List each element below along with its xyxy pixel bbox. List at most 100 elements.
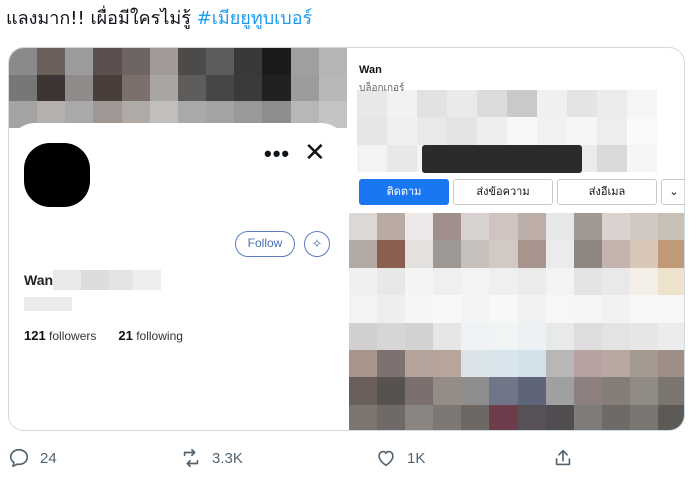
blurred-handle <box>24 297 72 311</box>
pixel-tile <box>377 404 406 430</box>
tweet-text: แลงมาก!! เผื่อมีใครไม่รู้ #เมียยูทูบเบอร… <box>6 6 312 32</box>
following-stat[interactable]: 21 following <box>118 328 183 343</box>
pixel-tile <box>405 267 434 296</box>
pixel-tile <box>629 377 658 405</box>
right-screenshot[interactable]: Wan บล็อกเกอร์ ติดตาม ส่งข้อความ ส่งอีเม… <box>347 48 684 430</box>
close-icon[interactable]: ✕ <box>304 139 326 165</box>
like-count: 1K <box>407 449 426 467</box>
profile-card: ••• ✕ Follow ✧ Wan 121 followers 21 foll… <box>9 123 347 430</box>
pixel-tile <box>405 295 434 323</box>
pixel-tile <box>629 404 658 430</box>
message-button[interactable]: ส่งข้อความ <box>453 179 553 205</box>
pixel-tile <box>349 349 378 378</box>
profile-category: บล็อกเกอร์ <box>359 83 405 94</box>
pixel-tile <box>567 90 597 118</box>
left-screenshot[interactable]: ••• ✕ Follow ✧ Wan 121 followers 21 foll… <box>9 48 347 430</box>
pixel-tile <box>461 267 490 296</box>
blurred-name <box>109 270 134 290</box>
pixel-tile <box>537 117 567 145</box>
pixel-tile <box>433 404 462 430</box>
pixel-tile <box>545 349 574 378</box>
chevron-down-icon[interactable]: ⌄ <box>661 179 684 205</box>
pixel-tile <box>377 349 406 378</box>
pixel-tile <box>601 377 630 405</box>
email-button[interactable]: ส่งอีเมล <box>557 179 657 205</box>
pixel-tile <box>461 295 490 323</box>
pixel-tile <box>517 267 546 296</box>
share-icon <box>555 449 571 466</box>
pixel-tile <box>629 267 658 296</box>
pixel-tile <box>627 144 657 172</box>
pixel-tile <box>377 213 406 241</box>
avatar <box>24 143 90 207</box>
pixel-tile <box>627 117 657 145</box>
tweet-body: แลงมาก!! เผื่อมีใครไม่รู้ <box>6 8 191 29</box>
pixel-tile <box>657 213 684 241</box>
pixel-tile <box>405 404 434 430</box>
pixel-tile <box>377 267 406 296</box>
pixel-tile <box>507 90 537 118</box>
pixel-tile <box>477 117 507 145</box>
pixel-tile <box>262 74 291 102</box>
pixel-tile <box>629 349 658 378</box>
pixel-tile <box>629 213 658 241</box>
pixel-tile <box>545 322 574 350</box>
heart-icon <box>378 450 394 467</box>
pixel-tile <box>357 144 387 172</box>
pixel-tile <box>573 404 602 430</box>
pixel-tile <box>517 404 546 430</box>
tweet-media[interactable]: ••• ✕ Follow ✧ Wan 121 followers 21 foll… <box>8 47 685 431</box>
share-button[interactable] <box>552 447 574 469</box>
pixel-tile <box>657 240 684 268</box>
pixel-tile <box>433 267 462 296</box>
follow-button[interactable]: ติดตาม <box>359 179 449 205</box>
follow-button[interactable]: Follow <box>235 231 295 257</box>
pixel-tile <box>489 377 518 405</box>
pixel-tile <box>377 295 406 323</box>
more-icon[interactable]: ••• <box>264 143 290 165</box>
profile-name-text: Wan <box>24 272 54 288</box>
reply-icon <box>9 448 29 468</box>
pixel-tile <box>597 90 627 118</box>
pixel-tile <box>601 240 630 268</box>
pixel-tile <box>629 322 658 350</box>
reply-count: 24 <box>40 449 57 467</box>
pixel-tile <box>545 240 574 268</box>
pixel-tile <box>597 144 627 172</box>
tweet-hashtag-link[interactable]: #เมียยูทูบเบอร์ <box>197 8 313 29</box>
pixel-tile <box>405 240 434 268</box>
pixel-tile <box>461 377 490 405</box>
pixel-tile <box>405 349 434 378</box>
pixel-tile <box>657 377 684 405</box>
pixel-tile <box>93 48 122 75</box>
pixel-tile <box>433 349 462 378</box>
blurred-name <box>53 270 82 290</box>
pixel-tile <box>657 404 684 430</box>
pixel-tile <box>657 267 684 296</box>
following-label: following <box>136 329 183 343</box>
pixel-tile <box>349 295 378 323</box>
pixel-tile <box>545 267 574 296</box>
pixel-tile <box>290 48 319 75</box>
pixel-tile <box>517 349 546 378</box>
pixel-tile <box>601 404 630 430</box>
pixel-tile <box>121 48 150 75</box>
retweet-button[interactable]: 3.3K <box>180 447 243 469</box>
pixel-tile <box>597 117 627 145</box>
retweet-count: 3.3K <box>212 449 243 467</box>
tweet-actions: 24 3.3K 1K <box>0 447 700 477</box>
pixel-tile <box>545 377 574 405</box>
pixelated-cover <box>9 48 347 128</box>
followers-stat[interactable]: 121 followers <box>24 328 96 343</box>
pixel-tile <box>627 90 657 118</box>
profile-actions: ติดตาม ส่งข้อความ ส่งอีเมล ⌄ <box>359 179 684 205</box>
retweet-icon <box>183 448 199 468</box>
pixel-tile <box>387 144 417 172</box>
reply-button[interactable]: 24 <box>8 447 57 469</box>
sparkle-icon[interactable]: ✧ <box>304 231 330 257</box>
pixel-tile <box>206 48 235 75</box>
pixel-tile <box>234 74 263 102</box>
pixel-tile <box>601 349 630 378</box>
like-button[interactable]: 1K <box>375 447 425 469</box>
redaction-bar <box>422 145 582 173</box>
